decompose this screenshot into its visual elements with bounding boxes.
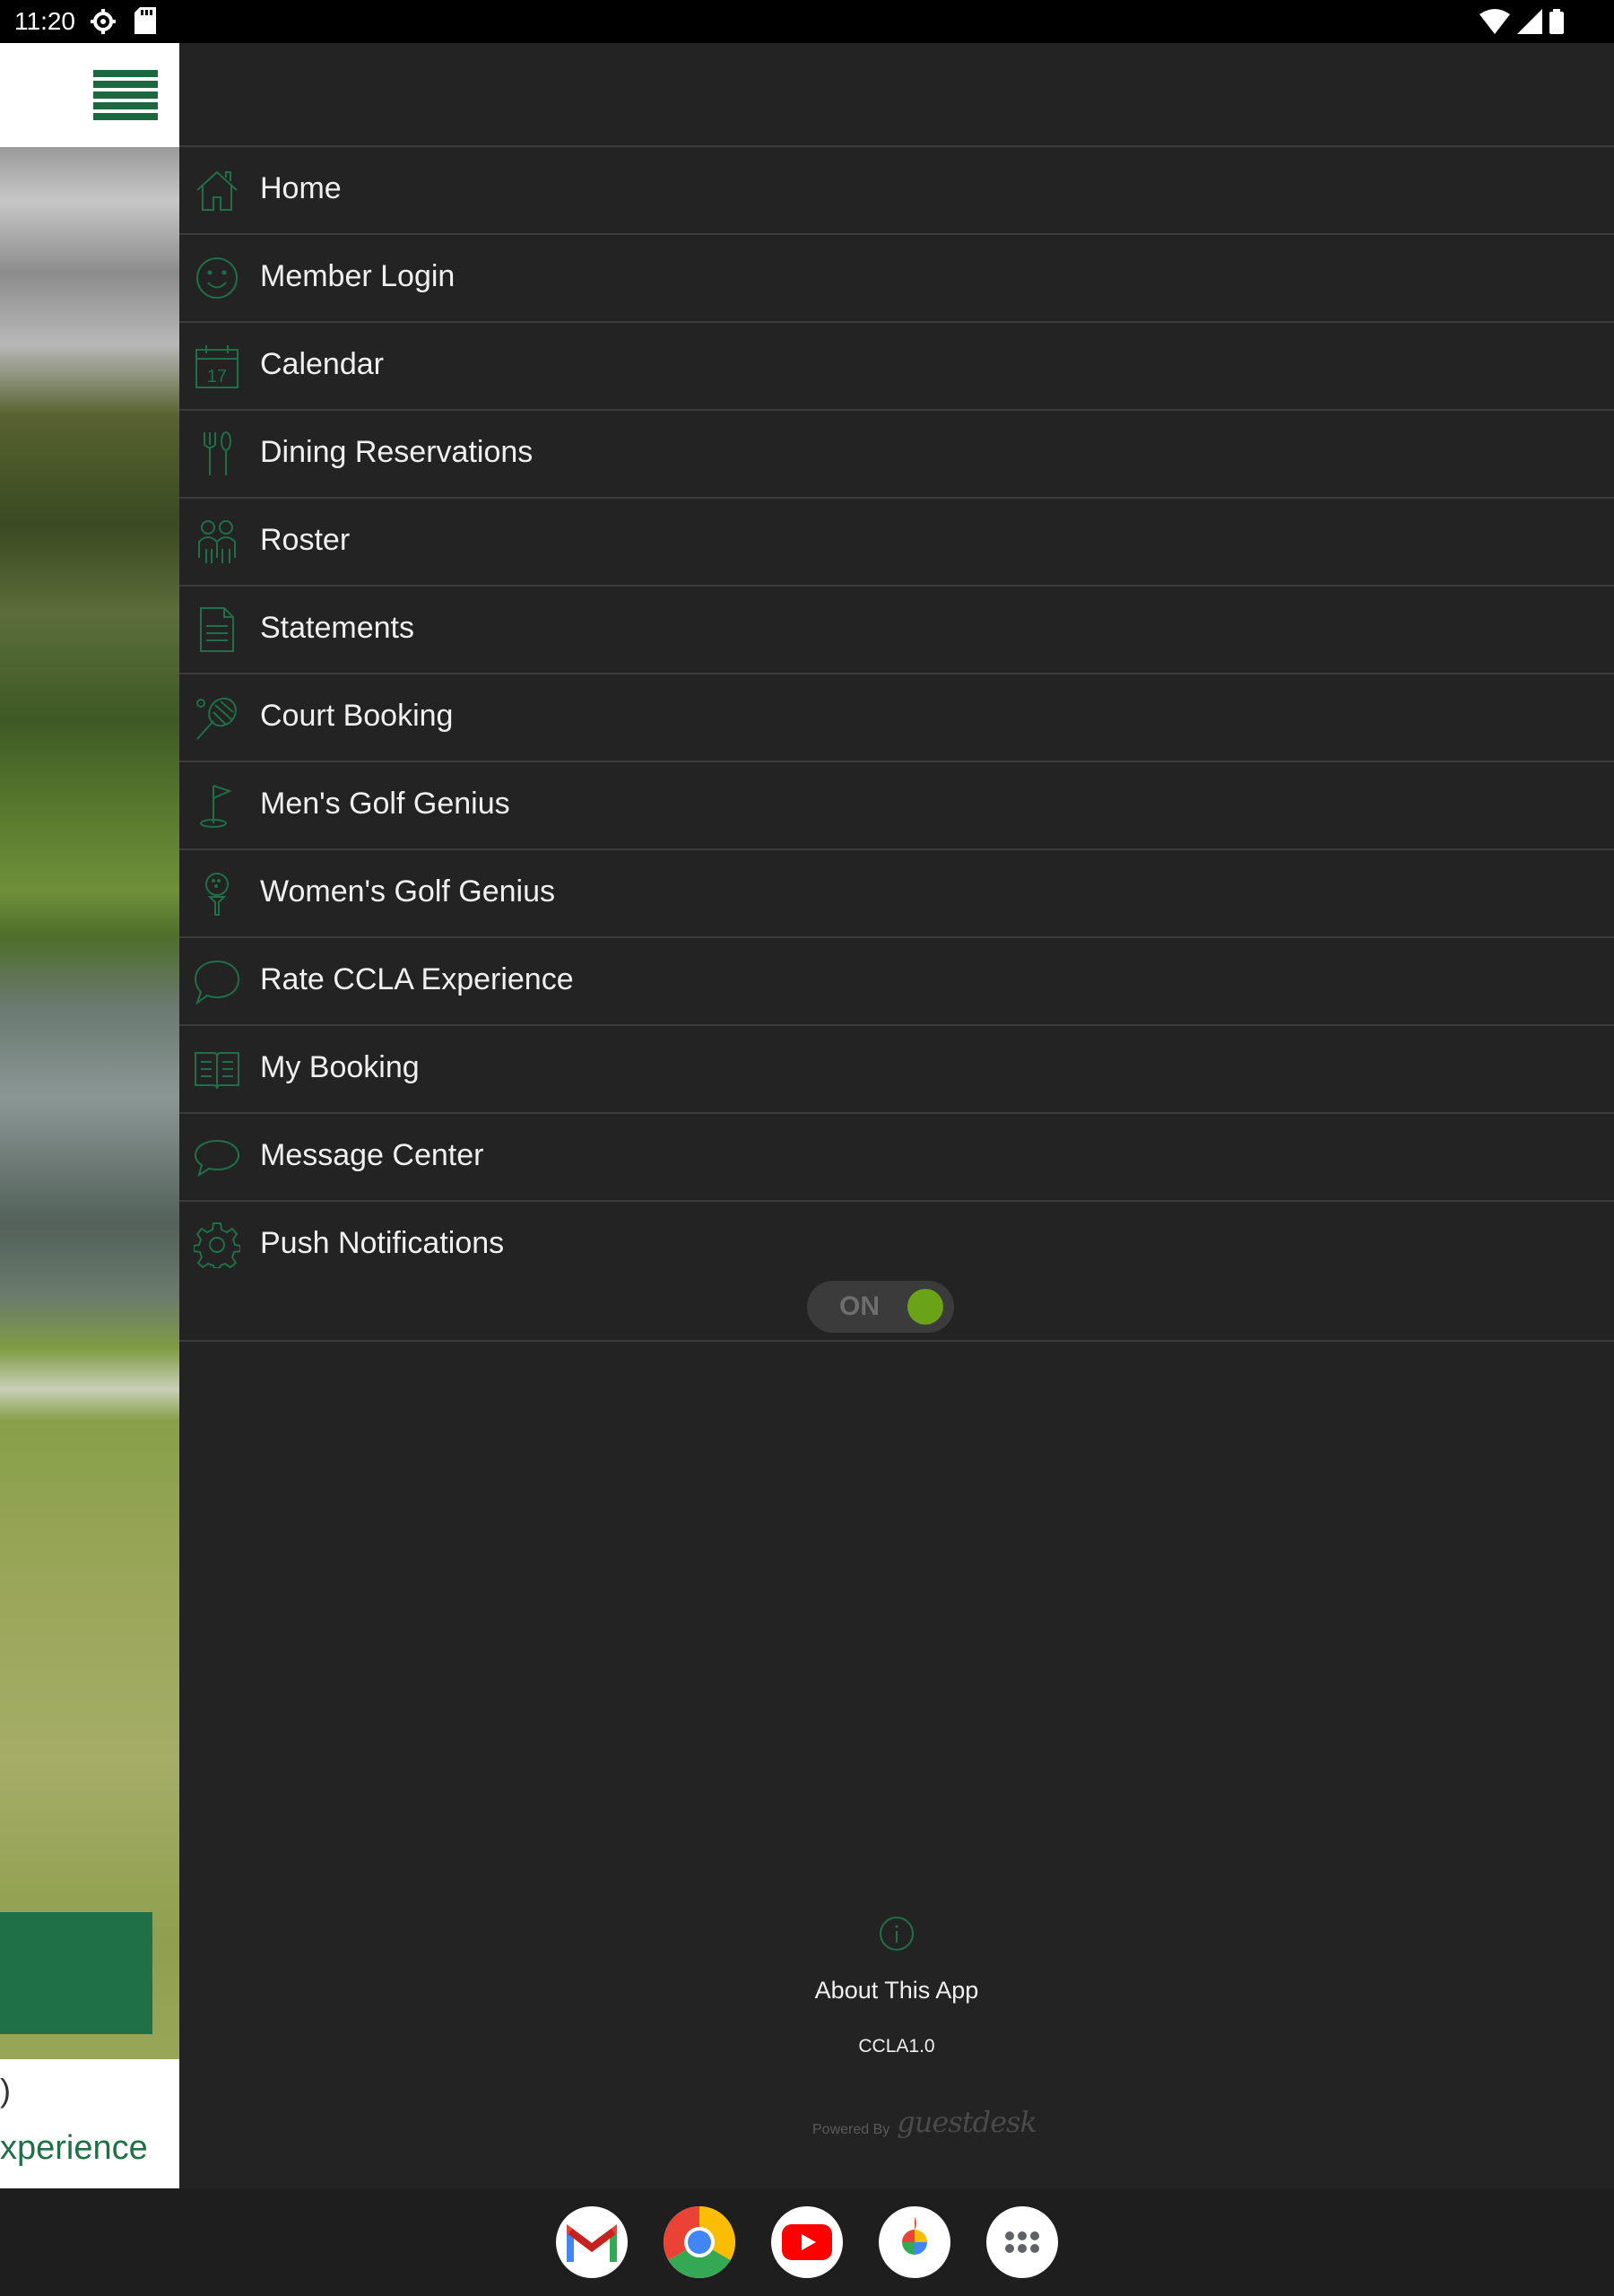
- svg-text:17: 17: [207, 367, 227, 387]
- info-icon[interactable]: [879, 1916, 915, 1952]
- background-experience-text: xperience: [0, 2129, 148, 2167]
- menu-item-statements[interactable]: Statements: [179, 587, 1614, 674]
- smiley-face-icon: [196, 257, 238, 299]
- push-notifications-toggle[interactable]: ON: [807, 1281, 954, 1333]
- menu-item-label: Dining Reservations: [260, 435, 534, 469]
- toggle-state-label: ON: [839, 1292, 880, 1321]
- powered-by: Powered By guestdesk: [812, 2106, 1037, 2138]
- speech-bubble-icon: [194, 960, 240, 1004]
- menu-item-push-notifications: Push Notifications ON: [179, 1202, 1614, 1342]
- menu-item-label: Roster: [260, 523, 351, 557]
- home-icon: [196, 170, 238, 211]
- menu-item-label: Rate CCLA Experience: [260, 962, 574, 996]
- hamburger-menu-icon[interactable]: [93, 70, 158, 120]
- menu-item-roster[interactable]: Roster: [179, 499, 1614, 587]
- menu-item-label: My Booking: [260, 1050, 420, 1084]
- gmail-app-icon[interactable]: [556, 2206, 628, 2278]
- golf-ball-tee-icon: [205, 873, 229, 916]
- navigation-drawer: Home Member Login 17 Calendar Dining Res…: [179, 43, 1614, 2188]
- open-book-icon: [195, 1052, 239, 1090]
- background-partial-text: ): [0, 2072, 11, 2109]
- golf-flag-icon: [200, 785, 232, 828]
- app-drawer-icon[interactable]: [986, 2206, 1058, 2278]
- menu-item-label: Calendar: [260, 347, 384, 381]
- menu-item-label: Court Booking: [260, 699, 454, 733]
- menu-item-dining-reservations[interactable]: Dining Reservations: [179, 411, 1614, 499]
- cell-signal-icon: [1517, 9, 1542, 34]
- people-icon: [198, 520, 236, 563]
- fork-knife-icon: [204, 431, 231, 475]
- photos-app-icon[interactable]: [879, 2206, 950, 2278]
- menu-item-label: Message Center: [260, 1138, 484, 1172]
- powered-by-label: Powered By: [812, 2122, 890, 2137]
- menu-item-label: Push Notifications: [260, 1226, 505, 1260]
- menu-item-rate-ccla-experience[interactable]: Rate CCLA Experience: [179, 938, 1614, 1026]
- battery-icon: [1549, 9, 1564, 34]
- menu-item-label: Men's Golf Genius: [260, 787, 510, 821]
- background-app: ) xperience: [0, 43, 179, 2188]
- menu-item-calendar[interactable]: 17 Calendar: [179, 323, 1614, 411]
- guestdesk-logo: guestdesk: [897, 2105, 1037, 2139]
- background-green-button[interactable]: [0, 1912, 152, 2034]
- golf-course-photo: [0, 147, 179, 2059]
- menu-item-label: Statements: [260, 611, 414, 645]
- app-version: CCLA1.0: [858, 2036, 935, 2057]
- settings-gear-icon: [91, 9, 116, 34]
- menu-item-womens-golf-genius[interactable]: Women's Golf Genius: [179, 850, 1614, 938]
- wifi-icon: [1480, 9, 1510, 34]
- menu-item-label: Women's Golf Genius: [260, 874, 555, 909]
- background-text-strip: [0, 2059, 179, 2188]
- menu-item-court-booking[interactable]: Court Booking: [179, 674, 1614, 762]
- status-time: 11:20: [14, 7, 75, 35]
- chrome-app-icon[interactable]: [664, 2206, 735, 2278]
- menu-item-member-login[interactable]: Member Login: [179, 235, 1614, 323]
- document-icon: [200, 607, 234, 652]
- menu-list: Home Member Login 17 Calendar Dining Res…: [179, 147, 1614, 1342]
- app-dock: [0, 2188, 1614, 2296]
- tennis-racket-icon: [196, 697, 237, 740]
- menu-item-my-booking[interactable]: My Booking: [179, 1026, 1614, 1114]
- calendar-icon: 17: [195, 345, 239, 388]
- about-this-app-link[interactable]: About This App: [179, 1977, 1614, 2005]
- youtube-app-icon[interactable]: [771, 2206, 843, 2278]
- sd-card-icon: [134, 7, 156, 34]
- toggle-knob: [907, 1289, 943, 1325]
- background-header: [0, 43, 179, 147]
- gear-icon: [194, 1222, 240, 1268]
- menu-item-message-center[interactable]: Message Center: [179, 1114, 1614, 1202]
- drawer-header: [179, 43, 1614, 147]
- status-bar: 11:20: [0, 0, 1614, 43]
- chat-bubble-icon: [194, 1139, 240, 1178]
- menu-item-label: Member Login: [260, 259, 456, 293]
- menu-item-label: Home: [260, 171, 342, 205]
- menu-item-home[interactable]: Home: [179, 147, 1614, 235]
- menu-item-mens-golf-genius[interactable]: Men's Golf Genius: [179, 762, 1614, 850]
